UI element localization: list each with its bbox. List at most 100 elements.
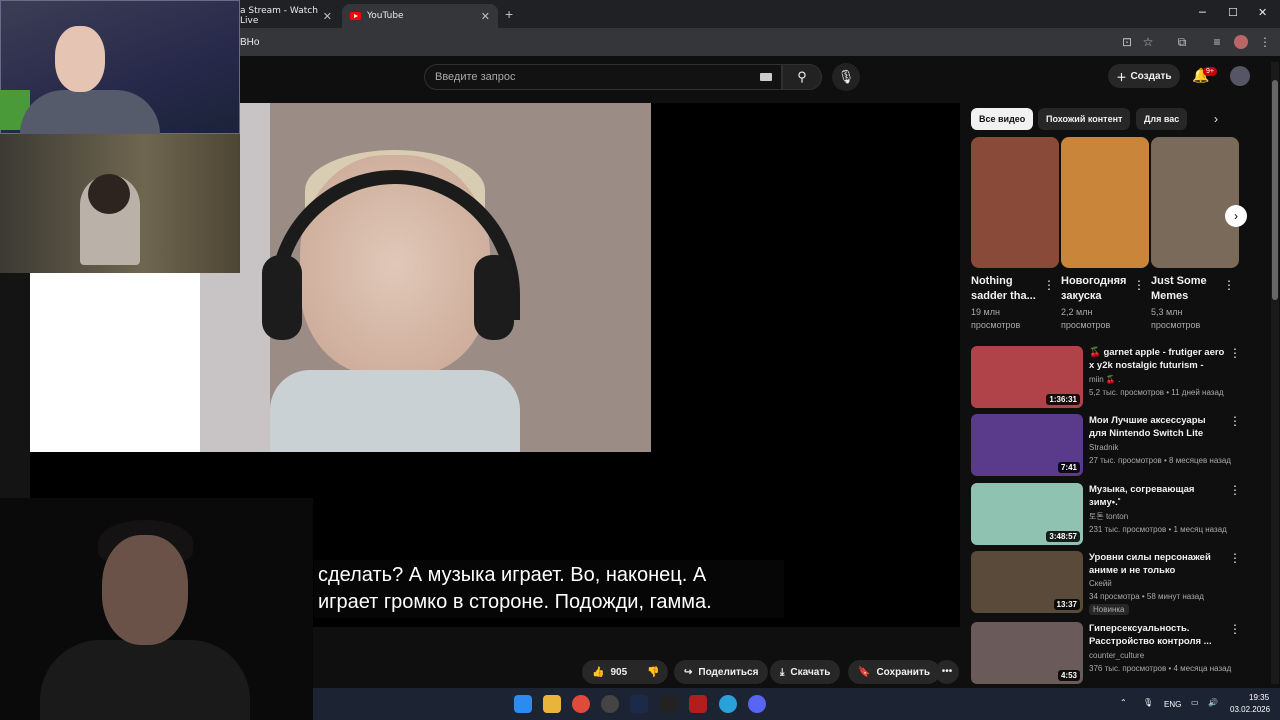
chip-related[interactable]: Похожий контент — [1038, 108, 1131, 130]
short-thumbnail[interactable] — [971, 137, 1059, 268]
keyboard-icon[interactable] — [760, 73, 772, 81]
webcam-person-face — [55, 26, 105, 92]
more-vertical-icon[interactable]: ⋮ — [1043, 278, 1055, 292]
thumbs-up-icon[interactable]: 👍 — [592, 667, 604, 678]
more-vertical-icon[interactable]: ⋮ — [1229, 346, 1241, 360]
plus-icon: ＋ — [1116, 72, 1127, 84]
clock-time[interactable]: 19:35 — [1249, 693, 1269, 702]
reading-list-icon[interactable]: ≡ — [1210, 35, 1224, 49]
video-title[interactable]: Уровни силы персонажей аниме и не только — [1089, 551, 1225, 577]
channel-name[interactable]: Stradnik — [1089, 443, 1118, 452]
like-dislike-group[interactable]: 👍 905 👎 — [582, 660, 668, 684]
browser-menu-icon[interactable]: ⋮ — [1258, 35, 1272, 49]
video-thumbnail[interactable]: 4:53 — [971, 622, 1083, 684]
short-title[interactable]: Nothing sadder tha... — [971, 274, 1041, 304]
video-subtitles: сделать? А музыка играет. Во, наконец. А… — [314, 560, 784, 618]
short-views: 19 млн просмотров — [971, 307, 1021, 330]
maximize-button[interactable]: ☐ — [1228, 6, 1238, 19]
close-window-button[interactable]: ✕ — [1258, 6, 1267, 19]
clock-date[interactable]: 03.02.2026 — [1230, 705, 1270, 714]
short-thumbnail[interactable] — [1151, 137, 1239, 268]
network-icon[interactable]: ▭ — [1191, 698, 1199, 707]
duration-badge: 1:36:31 — [1046, 394, 1080, 405]
app-icon[interactable] — [601, 695, 619, 713]
tab-youtube[interactable]: YouTube ✕ — [342, 4, 498, 28]
webcam-person-face — [102, 535, 188, 645]
channel-name[interactable]: miin 🍒 . — [1089, 375, 1120, 384]
headset-earcup-left — [262, 255, 302, 340]
extensions-icon[interactable]: ⧉ — [1175, 35, 1189, 49]
new-badge: Новинка — [1089, 604, 1129, 615]
windows-start-icon[interactable] — [514, 695, 532, 713]
telegram-icon[interactable] — [719, 695, 737, 713]
scrollbar-thumb[interactable] — [1272, 80, 1278, 300]
language-indicator[interactable]: ENG — [1164, 700, 1181, 709]
duration-badge: 3:48:57 — [1046, 531, 1080, 542]
save-button[interactable]: 🔖 Сохранить — [848, 660, 940, 684]
close-icon[interactable]: ✕ — [323, 10, 332, 23]
create-button[interactable]: ＋ Создать — [1108, 64, 1180, 88]
voice-search-button[interactable]: 🎙 — [832, 63, 860, 91]
chip-for-you[interactable]: Для вас — [1136, 108, 1188, 130]
youtube-favicon-icon — [350, 12, 361, 20]
video-meta: 27 тыс. просмотров • 8 месяцев назад — [1089, 456, 1231, 465]
app-icon[interactable] — [660, 695, 678, 713]
video-meta: 376 тыс. просмотров • 4 месяца назад — [1089, 664, 1232, 673]
search-button[interactable]: ⚲ — [782, 64, 822, 90]
video-thumbnail[interactable]: 1:36:31 — [971, 346, 1083, 408]
video-title[interactable]: 🍒 garnet apple - frutiger aero x y2k nos… — [1089, 346, 1225, 372]
browser-profile-avatar[interactable] — [1234, 35, 1248, 49]
webcam-person-hair — [88, 174, 130, 214]
tab-label: YouTube — [367, 11, 404, 21]
chip-all[interactable]: Все видео — [971, 108, 1034, 130]
download-icon: ⤓ — [780, 666, 785, 678]
channel-name[interactable]: Скейй — [1089, 579, 1112, 588]
chevron-right-icon[interactable]: › — [1214, 112, 1218, 126]
bookmark-star-icon[interactable]: ☆ — [1141, 35, 1155, 49]
more-vertical-icon[interactable]: ⋮ — [1229, 483, 1241, 497]
video-title[interactable]: Гиперсексуальность. Расстройство контрол… — [1089, 622, 1225, 648]
thumbs-down-icon[interactable]: 👎 — [647, 667, 659, 678]
avatar[interactable] — [1230, 66, 1250, 86]
channel-name[interactable]: counter_culture — [1089, 651, 1144, 660]
chevron-right-icon[interactable]: › — [1225, 205, 1247, 227]
video-meta: 34 просмотра • 58 минут назад — [1089, 592, 1204, 601]
file-explorer-icon[interactable] — [543, 695, 561, 713]
video-title[interactable]: Мои Лучшие аксессуары для Nintendo Switc… — [1089, 414, 1225, 440]
microphone-icon[interactable]: 🎙 — [1143, 698, 1153, 707]
more-vertical-icon[interactable]: ⋮ — [1229, 551, 1241, 565]
steam-icon[interactable] — [630, 695, 648, 713]
new-tab-button[interactable]: + — [505, 6, 513, 22]
more-vertical-icon[interactable]: ⋮ — [1133, 278, 1145, 292]
volume-icon[interactable]: 🔊 — [1208, 698, 1218, 707]
video-title[interactable]: Музыка, согревающая зиму•.˚ — [1089, 483, 1225, 509]
minimize-button[interactable]: ─ — [1199, 6, 1206, 19]
more-vertical-icon[interactable]: ⋮ — [1223, 278, 1235, 292]
short-title[interactable]: Just Some Memes — [1151, 274, 1221, 304]
short-title[interactable]: Новогодняя закуска — [1061, 274, 1131, 304]
share-button[interactable]: ↪ Поделиться — [674, 660, 769, 684]
discord-icon[interactable] — [748, 695, 766, 713]
video-thumbnail[interactable]: 13:37 — [971, 551, 1083, 613]
close-icon[interactable]: ✕ — [481, 10, 490, 23]
more-vertical-icon[interactable]: ⋮ — [1229, 622, 1241, 636]
chrome-icon[interactable] — [572, 695, 590, 713]
short-thumbnail[interactable] — [1061, 137, 1149, 268]
video-person-shirt — [270, 370, 520, 452]
video-thumbnail[interactable]: 3:48:57 — [971, 483, 1083, 545]
install-app-icon[interactable]: ⊡ — [1120, 35, 1134, 49]
more-vertical-icon[interactable]: ⋮ — [1229, 414, 1241, 428]
chevron-up-icon[interactable]: ⌃ — [1120, 698, 1127, 707]
search-input[interactable]: Введите запрос — [424, 64, 782, 90]
more-actions-button[interactable]: ••• — [935, 660, 959, 684]
tab-stream[interactable]: a Stream - Watch Live ✕ — [232, 4, 340, 28]
duration-badge: 4:53 — [1057, 670, 1080, 681]
channel-name[interactable]: 토톤 tonton — [1089, 511, 1128, 522]
download-label: Скачать — [790, 666, 831, 678]
video-thumbnail[interactable]: 7:41 — [971, 414, 1083, 476]
download-button[interactable]: ⤓ Скачать — [770, 660, 841, 684]
subtitle-line: играет громко в стороне. Подожди, гамма. — [318, 591, 712, 613]
duration-badge: 13:37 — [1053, 599, 1080, 610]
url-field[interactable]: ВНо — [240, 37, 259, 48]
app-icon[interactable] — [689, 695, 707, 713]
